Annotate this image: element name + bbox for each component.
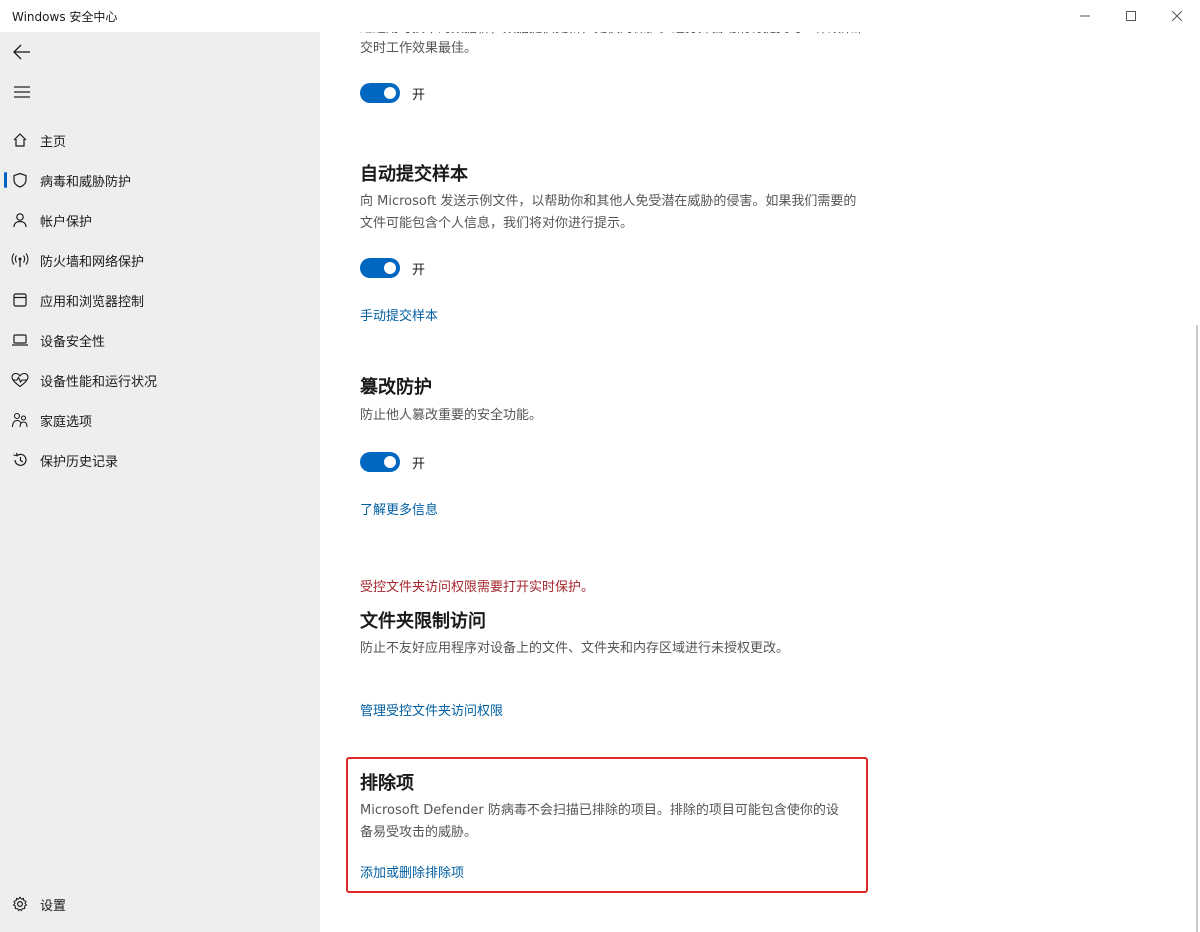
folder-access-warning: 受控文件夹访问权限需要打开实时保护。 <box>360 580 595 595</box>
home-icon <box>0 120 40 160</box>
sidebar-item-label: 主页 <box>40 134 67 150</box>
active-indicator <box>4 172 7 188</box>
back-arrow-icon <box>13 44 30 60</box>
learn-more-link[interactable]: 了解更多信息 <box>360 499 438 518</box>
sidebar-item-label: 设备性能和运行状况 <box>40 374 158 390</box>
sidebar-item-family[interactable]: 家庭选项 <box>0 400 320 440</box>
maximize-icon <box>1126 11 1136 21</box>
sample-submission-title: 自动提交样本 <box>360 164 468 185</box>
menu-button[interactable] <box>4 74 40 110</box>
toggle-knob <box>384 262 396 274</box>
sidebar-item-app-browser[interactable]: 应用和浏览器控制 <box>0 280 320 320</box>
back-button[interactable] <box>4 34 40 70</box>
tamper-protection-title: 篡改防护 <box>360 377 432 398</box>
tamper-protection-toggle[interactable] <box>360 452 400 472</box>
toggle-state-label: 开 <box>412 262 426 278</box>
sidebar-item-label: 设置 <box>40 898 67 914</box>
sidebar-item-label: 防火墙和网络保护 <box>40 254 145 270</box>
sidebar-item-label: 帐户保护 <box>40 214 93 230</box>
hamburger-icon <box>14 86 30 98</box>
sidebar-item-virus-protection[interactable]: 病毒和威胁防护 <box>0 160 320 200</box>
antenna-icon <box>0 240 40 280</box>
sidebar-item-label: 设备安全性 <box>40 334 106 350</box>
toggle-state-label: 开 <box>412 87 426 103</box>
sample-submission-desc: 向 Microsoft 发送示例文件，以帮助你和其他人免受潜在威胁的侵害。如果我… <box>360 194 857 231</box>
exclusions-desc: Microsoft Defender 防病毒不会扫描已排除的项目。排除的项目可能… <box>360 803 839 840</box>
exclusions-title: 排除项 <box>360 773 414 794</box>
toggle-knob <box>384 456 396 468</box>
sidebar-item-history[interactable]: 保护历史记录 <box>0 440 320 480</box>
folder-access-title: 文件夹限制访问 <box>360 611 486 632</box>
maximize-button[interactable] <box>1108 0 1154 32</box>
gear-icon <box>0 884 40 924</box>
sample-submission-toggle[interactable] <box>360 258 400 278</box>
app-window-icon <box>0 280 40 320</box>
manage-folder-access-link[interactable]: 管理受控文件夹访问权限 <box>360 700 503 719</box>
toggle-knob <box>384 87 396 99</box>
person-icon <box>0 200 40 240</box>
sidebar-item-home[interactable]: 主页 <box>0 120 320 160</box>
cloud-protection-toggle[interactable] <box>360 83 400 103</box>
tamper-protection-desc: 防止他人篡改重要的安全功能。 <box>360 408 543 423</box>
sidebar-item-device-security[interactable]: 设备安全性 <box>0 320 320 360</box>
app-title: Windows 安全中心 <box>12 10 118 24</box>
minimize-icon <box>1080 15 1090 17</box>
heart-pulse-icon <box>0 360 40 400</box>
sidebar-item-firewall[interactable]: 防火墙和网络保护 <box>0 240 320 280</box>
close-button[interactable] <box>1154 0 1200 32</box>
main-content: 过通用可技术的数据析，数据提供更新，更快的保护。适打开自动消有提交时工作效果最佳… <box>320 32 1200 932</box>
sidebar-item-label: 应用和浏览器控制 <box>40 294 145 310</box>
manual-submit-link[interactable]: 手动提交样本 <box>360 305 438 324</box>
sidebar-item-label: 病毒和威胁防护 <box>40 174 132 190</box>
sidebar: 主页 病毒和威胁防护 帐户保护 防火墙和网络保护 应用和浏览器控制 设备安全性 <box>0 32 320 932</box>
sidebar-item-settings[interactable]: 设置 <box>0 884 320 924</box>
sample-submission-toggle-row: 开 <box>360 258 425 278</box>
sidebar-item-account[interactable]: 帐户保护 <box>0 200 320 240</box>
history-icon <box>0 440 40 480</box>
cloud-protection-desc-line2: 交时工作效果最佳。 <box>360 41 478 56</box>
toggle-state-label: 开 <box>412 456 426 472</box>
folder-access-desc: 防止不友好应用程序对设备上的文件、文件夹和内存区域进行未授权更改。 <box>360 641 790 656</box>
add-remove-exclusions-link[interactable]: 添加或删除排除项 <box>360 862 464 881</box>
cloud-protection-toggle-row: 开 <box>360 83 425 103</box>
sidebar-item-device-health[interactable]: 设备性能和运行状况 <box>0 360 320 400</box>
minimize-button[interactable] <box>1062 0 1108 32</box>
scrollbar[interactable] <box>1196 325 1198 932</box>
laptop-icon <box>0 320 40 360</box>
sidebar-item-label: 家庭选项 <box>40 414 93 430</box>
tamper-protection-toggle-row: 开 <box>360 452 425 472</box>
close-icon <box>1172 11 1182 21</box>
title-bar: Windows 安全中心 <box>0 0 1200 32</box>
sidebar-item-label: 保护历史记录 <box>40 454 119 470</box>
family-icon <box>0 400 40 440</box>
